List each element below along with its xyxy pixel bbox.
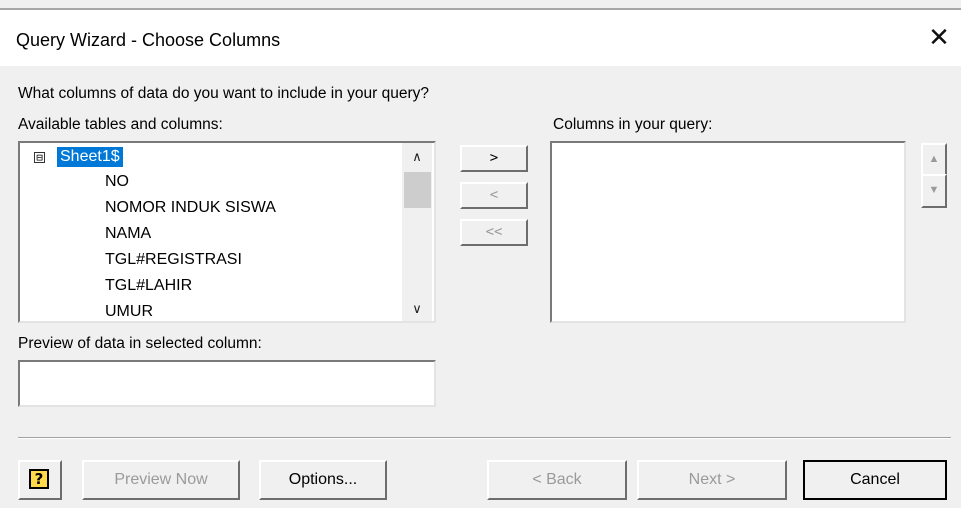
collapse-icon[interactable]: ⊟	[34, 151, 45, 163]
tree-root-sheet1[interactable]: ⊟ Sheet1$	[34, 146, 123, 168]
tree-item-nama[interactable]: NAMA	[105, 222, 151, 246]
options-button[interactable]: Options...	[259, 460, 387, 500]
move-down-button[interactable]: ▼	[921, 174, 947, 208]
tree-item-umur[interactable]: UMUR	[105, 300, 153, 321]
dialog-title: Query Wizard - Choose Columns	[16, 30, 281, 50]
query-columns-list[interactable]	[550, 141, 906, 323]
next-button[interactable]: Next >	[637, 460, 787, 500]
back-button[interactable]: < Back	[487, 460, 627, 500]
tree-item-nomor-induk-siswa[interactable]: NOMOR INDUK SISWA	[105, 196, 276, 220]
tree-root-label[interactable]: Sheet1$	[57, 147, 123, 167]
tree-item-tgl-lahir[interactable]: TGL#LAHIR	[105, 274, 192, 298]
move-up-button[interactable]: ▲	[921, 143, 947, 177]
prompt-text: What columns of data do you want to incl…	[18, 85, 429, 102]
remove-all-columns-button[interactable]: <<	[460, 219, 528, 246]
help-icon: ?	[29, 469, 49, 489]
available-columns-label: Available tables and columns:	[18, 116, 223, 133]
remove-column-button[interactable]: <	[460, 182, 528, 209]
close-icon[interactable]: ✕	[924, 22, 954, 52]
preview-field[interactable]	[18, 360, 436, 407]
help-button[interactable]: ?	[18, 460, 62, 500]
scroll-up-icon[interactable]: ∧	[402, 145, 432, 169]
tree-item-no[interactable]: NO	[105, 170, 129, 194]
preview-label: Preview of data in selected column:	[18, 335, 262, 352]
scroll-thumb[interactable]	[404, 172, 431, 208]
query-columns-label: Columns in your query:	[553, 116, 713, 133]
preview-now-button[interactable]: Preview Now	[82, 460, 240, 500]
tree-scrollbar[interactable]: ∧ ∨	[402, 143, 432, 321]
available-columns-tree[interactable]: ⊟ Sheet1$ NO NOMOR INDUK SISWA NAMA TGL#…	[18, 141, 436, 323]
footer-separator-highlight	[18, 438, 951, 439]
tree-item-tgl-registrasi[interactable]: TGL#REGISTRASI	[105, 248, 242, 272]
cancel-button[interactable]: Cancel	[803, 460, 947, 500]
add-column-button[interactable]: >	[460, 145, 528, 172]
scroll-down-icon[interactable]: ∨	[402, 297, 432, 321]
